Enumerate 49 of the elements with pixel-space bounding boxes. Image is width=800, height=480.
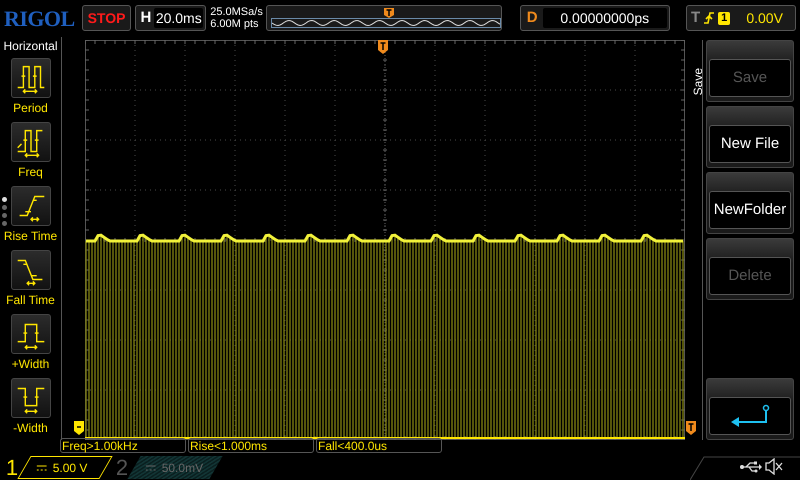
channel-tab[interactable]: 1 5.00 V xyxy=(0,455,110,480)
trigger-label: T xyxy=(690,8,700,28)
channel-scale: 50.0mV xyxy=(162,460,204,476)
channel-ground-marker xyxy=(74,421,84,435)
dc-coupling-icon xyxy=(146,464,156,470)
measure-type-button[interactable]: Period xyxy=(0,58,62,118)
measurement-readout: Freq>1.00kHz xyxy=(60,438,186,453)
trigger-source-badge: 1 xyxy=(718,12,730,24)
mute-speaker-icon xyxy=(765,458,783,475)
dc-coupling-icon xyxy=(37,464,47,470)
measurement-readout: Fall<400.0us xyxy=(316,438,442,453)
run-stop-button[interactable]: STOP xyxy=(82,5,132,31)
trigger-position-marker xyxy=(378,40,388,54)
channel-number: 1 xyxy=(4,455,20,480)
brand-logo: RIGOL xyxy=(4,4,76,32)
sample-rate: 25.0MSa/s xyxy=(210,6,262,18)
softkey-button[interactable]: New File xyxy=(709,125,791,163)
rising-edge-icon xyxy=(704,11,714,25)
memory-depth: 6.00M pts xyxy=(210,18,260,30)
trigger-position-marker xyxy=(384,8,394,18)
nwidth-measure-icon xyxy=(10,378,50,418)
pwidth-measure-icon xyxy=(10,314,50,354)
trigger-level-value: 0.00V xyxy=(745,8,784,28)
delay-value: 0.00000000ps xyxy=(542,8,667,28)
channel-number: 2 xyxy=(114,455,130,480)
timebase-label: H xyxy=(140,8,152,28)
menu-title: Horizontal xyxy=(3,38,58,54)
measure-type-button[interactable]: Rise Time xyxy=(0,186,62,246)
delay-label: D xyxy=(526,8,538,28)
fall-measure-icon xyxy=(10,250,50,290)
softkey-button[interactable]: NewFolder xyxy=(709,191,791,229)
freq-measure-icon xyxy=(10,122,50,162)
measure-type-button[interactable]: -Width xyxy=(0,378,62,438)
menu-title: Save xyxy=(690,68,706,96)
measure-type-button[interactable]: +Width xyxy=(0,314,62,374)
trigger-panel[interactable]: T 1 0.00V xyxy=(686,5,796,31)
timebase-panel[interactable]: H 20.0ms xyxy=(135,5,206,31)
delay-panel[interactable]: D 0.00000000ps xyxy=(520,5,670,31)
period-measure-icon xyxy=(10,58,50,98)
trigger-level-marker xyxy=(686,421,696,435)
measure-type-button[interactable]: Fall Time xyxy=(0,250,62,310)
rise-measure-icon xyxy=(10,186,50,226)
channel-scale: 5.00 V xyxy=(53,460,88,476)
measurement-readout: Rise<1.000ms xyxy=(188,438,314,453)
measure-type-button[interactable]: Freq xyxy=(0,122,62,182)
timebase-value: 20.0ms xyxy=(154,8,204,28)
return-arrow-icon xyxy=(730,404,770,428)
usb-icon xyxy=(740,461,762,473)
back-button[interactable] xyxy=(709,397,791,435)
